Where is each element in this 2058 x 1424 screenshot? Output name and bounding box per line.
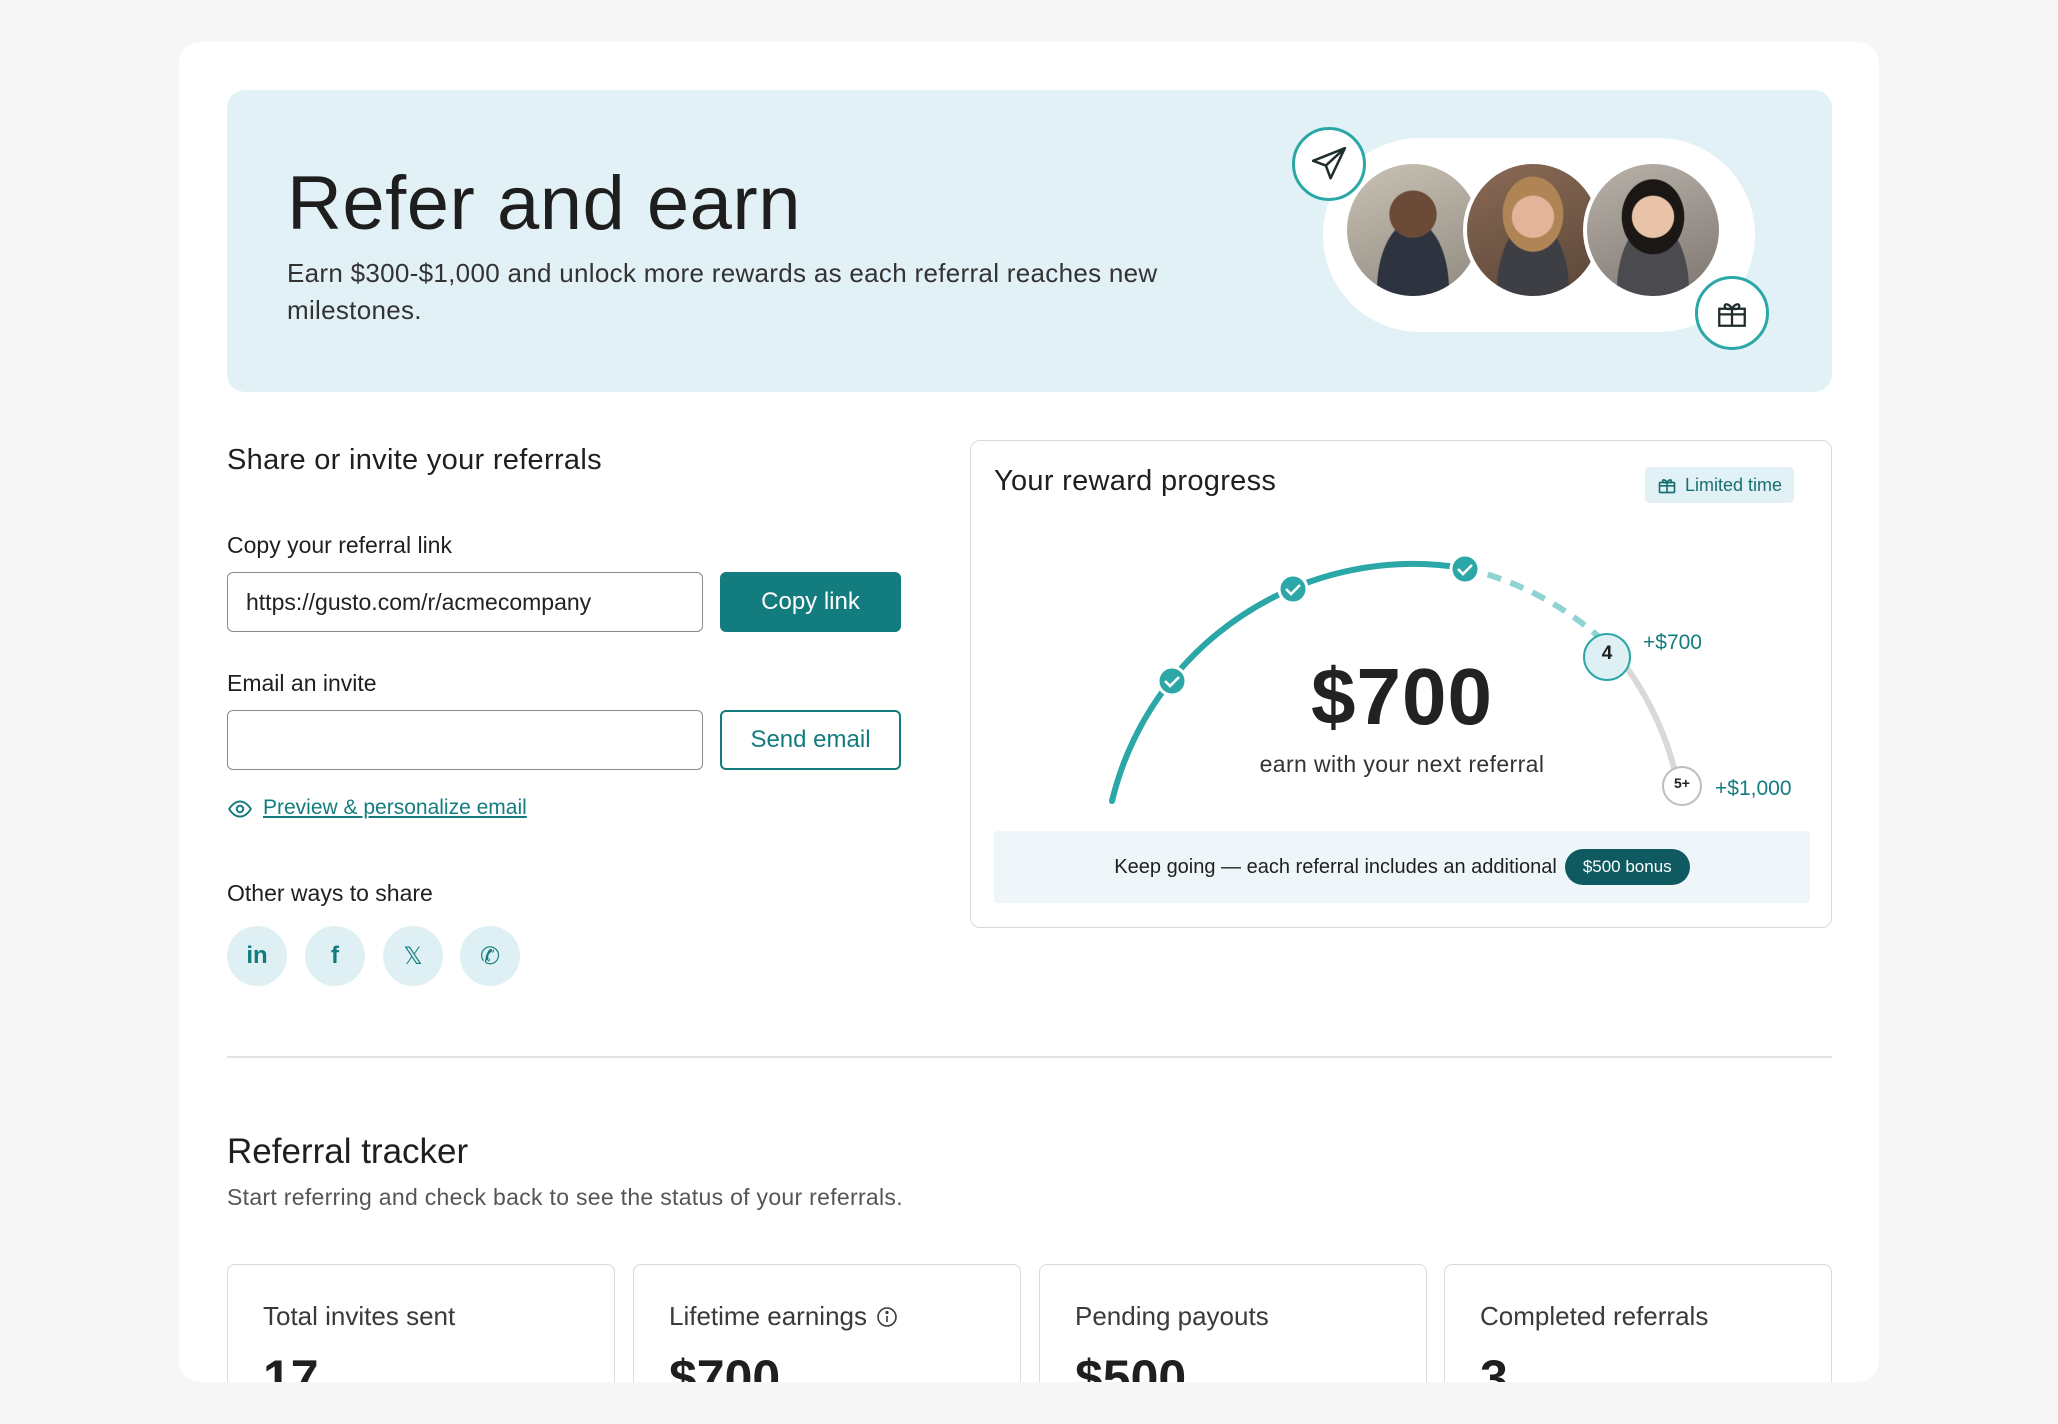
whatsapp-icon[interactable]: ✆ bbox=[460, 926, 520, 986]
stat-label: Pending payouts bbox=[1075, 1301, 1269, 1331]
stat-card-completed-referrals: Completed referrals 3 bbox=[1444, 1264, 1832, 1382]
hero-subtitle: Earn $300-$1,000 and unlock more rewards… bbox=[287, 258, 1158, 325]
other-ways-label: Other ways to share bbox=[227, 880, 433, 906]
stat-value: $700 bbox=[669, 1350, 781, 1382]
send-email-button[interactable]: Send email bbox=[720, 710, 901, 770]
avatar bbox=[1343, 160, 1483, 300]
stat-value: 3 bbox=[1480, 1350, 1508, 1382]
page-title: Refer and earn bbox=[287, 161, 801, 246]
next-reward-caption: earn with your next referral bbox=[1259, 751, 1545, 777]
email-invite-label: Email an invite bbox=[227, 670, 377, 696]
avatar bbox=[1463, 160, 1603, 300]
email-invite-input[interactable] bbox=[227, 710, 703, 770]
stat-value: 17 bbox=[263, 1350, 319, 1382]
preview-email-link[interactable]: Preview & personalize email bbox=[263, 796, 527, 820]
reward-progress-card: Your reward progress Limited time 4 +$70… bbox=[970, 440, 1832, 928]
bonus-banner-text: Keep going — each referral includes an a… bbox=[1114, 855, 1557, 878]
bonus-banner: Keep going — each referral includes an a… bbox=[994, 831, 1810, 903]
stat-card-lifetime-earnings: Lifetime earnings $700 bbox=[633, 1264, 1021, 1382]
bonus-badge: $500 bonus bbox=[1564, 849, 1690, 885]
share-section-title: Share or invite your referrals bbox=[227, 444, 602, 476]
stat-card-total-invites: Total invites sent 17 bbox=[227, 1264, 615, 1382]
send-icon bbox=[1292, 127, 1366, 201]
referral-link-label: Copy your referral link bbox=[227, 532, 452, 558]
stat-card-pending-payouts: Pending payouts $500 bbox=[1039, 1264, 1427, 1382]
next-reward-amount: $700 bbox=[1311, 652, 1493, 741]
copy-link-button[interactable]: Copy link bbox=[720, 572, 901, 632]
section-divider bbox=[227, 1056, 1832, 1058]
stat-label: Lifetime earnings bbox=[669, 1301, 867, 1331]
tracker-title: Referral tracker bbox=[227, 1132, 469, 1171]
avatar-group bbox=[1323, 138, 1755, 332]
gift-icon bbox=[1695, 276, 1769, 350]
facebook-icon[interactable]: f bbox=[305, 926, 365, 986]
stat-label-row: Lifetime earnings bbox=[669, 1301, 899, 1332]
stat-label: Completed referrals bbox=[1480, 1301, 1709, 1331]
linkedin-icon[interactable]: in bbox=[227, 926, 287, 986]
tracker-subtitle: Start referring and check back to see th… bbox=[227, 1184, 903, 1210]
eye-icon bbox=[227, 796, 253, 822]
x-icon[interactable]: 𝕏 bbox=[383, 926, 443, 986]
stat-value: $500 bbox=[1075, 1350, 1187, 1382]
milestone-5-reward: +$1,000 bbox=[1715, 777, 1792, 800]
milestone-complete-icon bbox=[1449, 553, 1481, 585]
info-icon[interactable] bbox=[875, 1305, 899, 1329]
milestone-complete-icon bbox=[1277, 573, 1309, 605]
referral-link-input[interactable] bbox=[227, 572, 703, 632]
stat-label: Total invites sent bbox=[263, 1301, 456, 1331]
hero-banner: Refer and earn Earn $300-$1,000 and unlo… bbox=[227, 90, 1832, 392]
avatar bbox=[1583, 160, 1723, 300]
referral-page: Refer and earn Earn $300-$1,000 and unlo… bbox=[179, 42, 1879, 1382]
